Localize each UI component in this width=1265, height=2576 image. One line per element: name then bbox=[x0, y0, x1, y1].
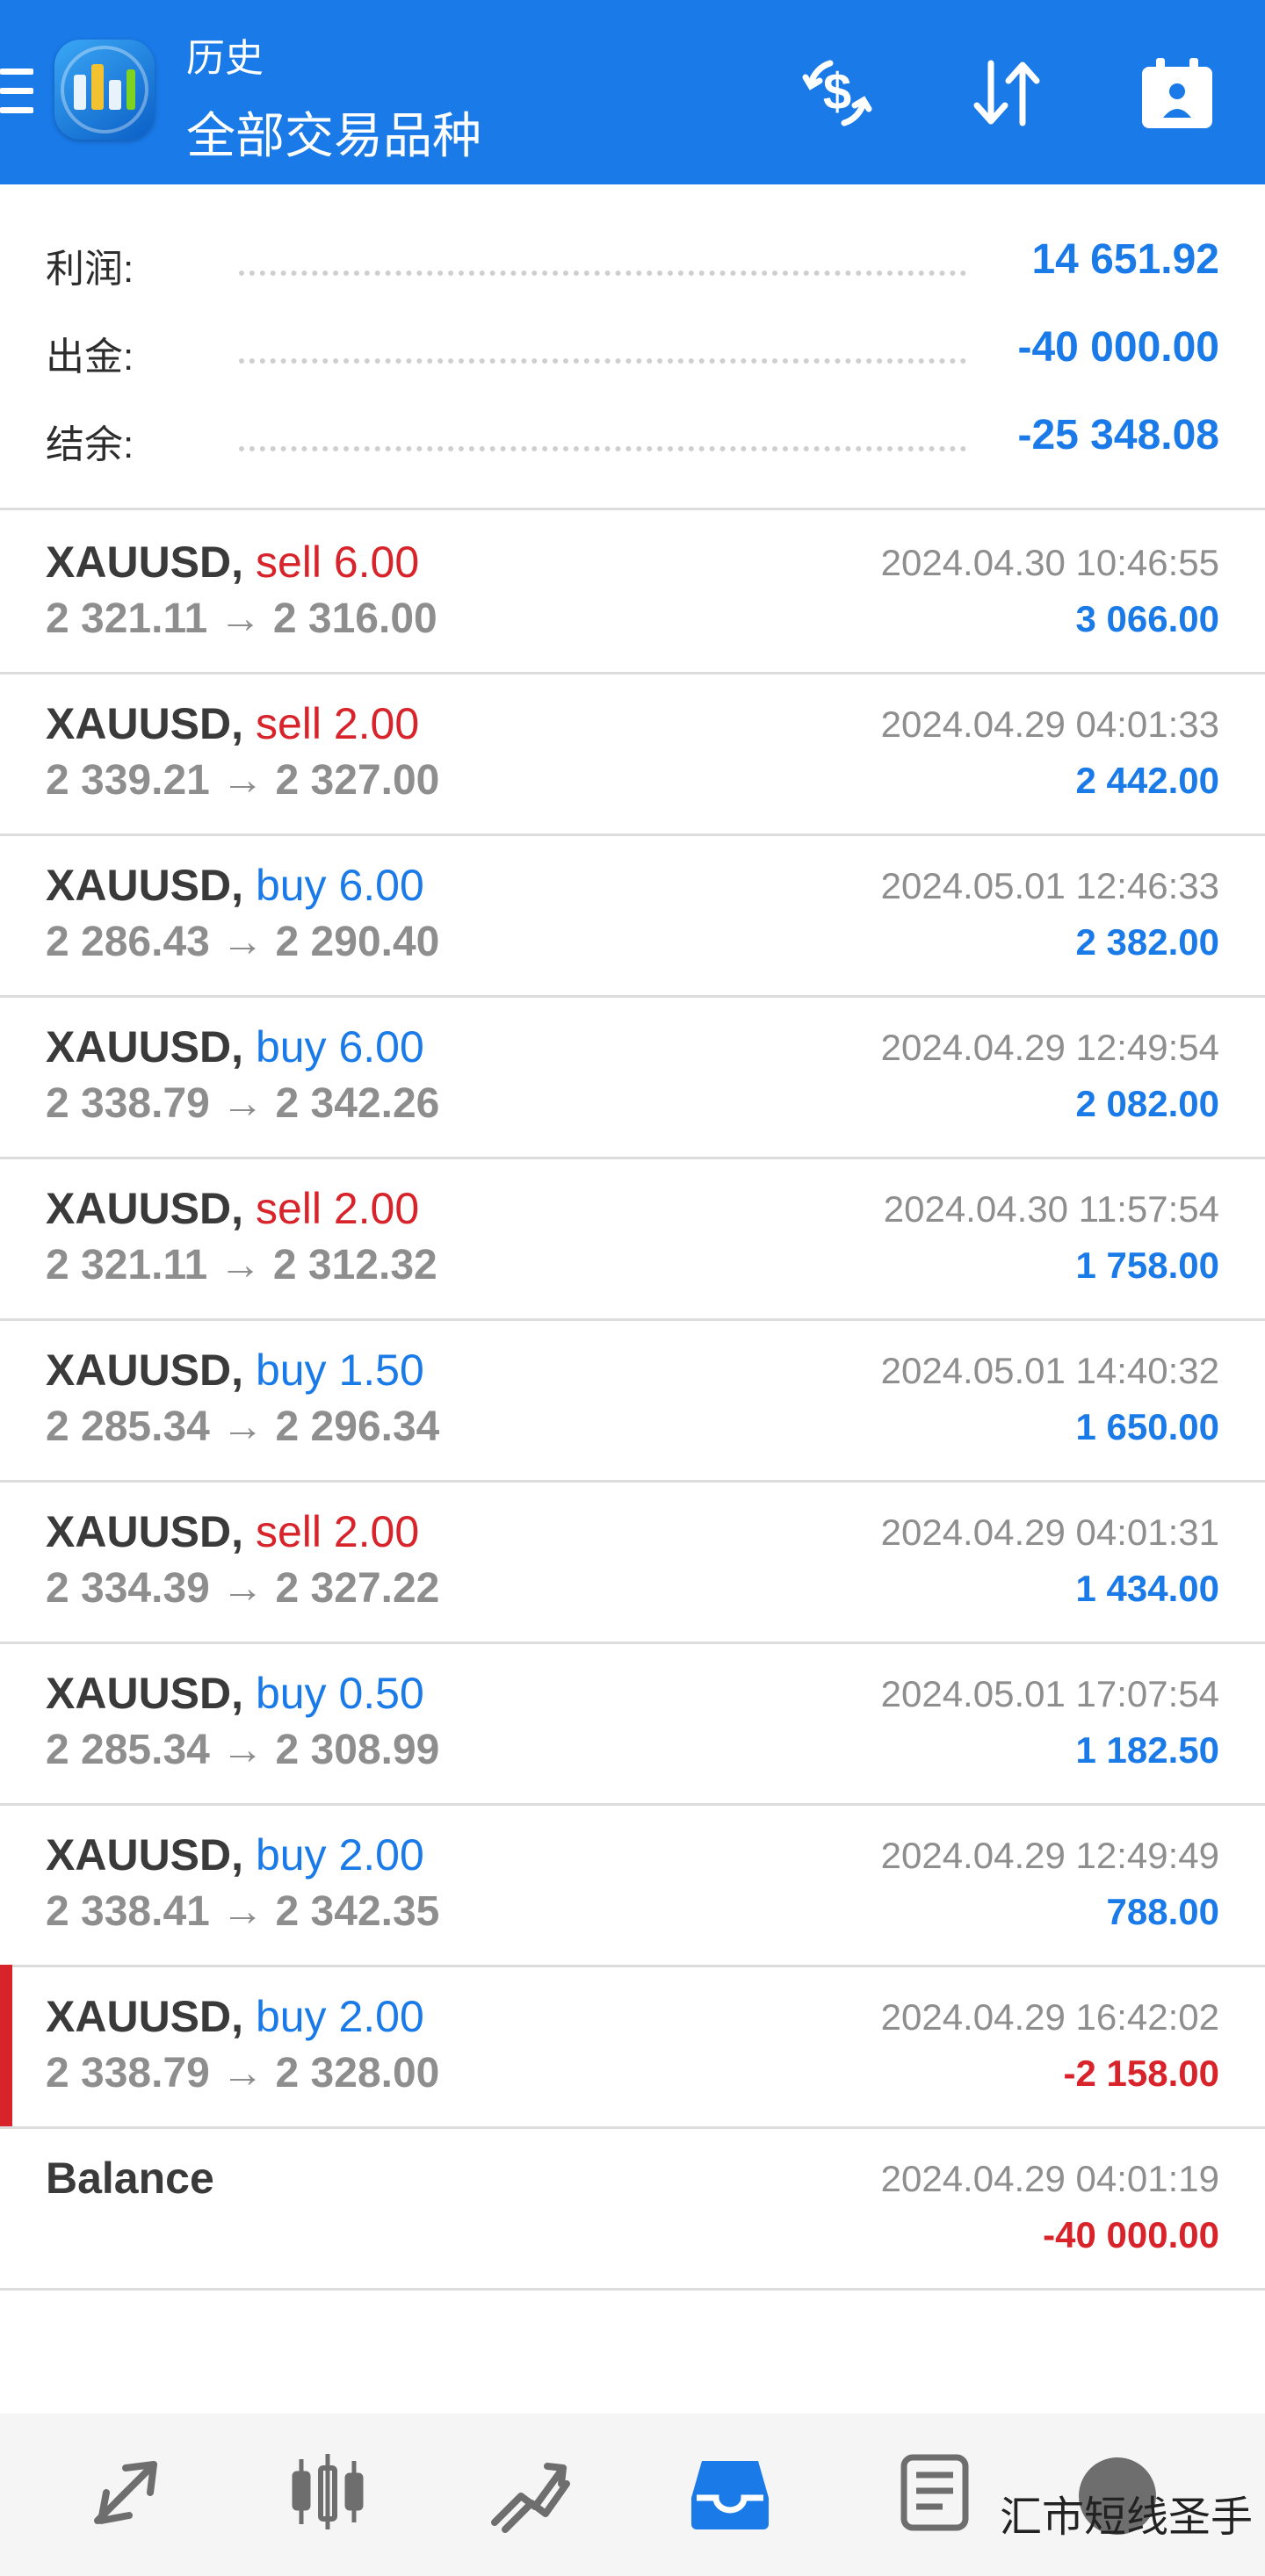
report-calendar-icon[interactable] bbox=[1135, 51, 1219, 135]
deal-symbol: XAUUSD, bbox=[46, 1346, 244, 1395]
bottom-navigation: 汇市短线圣手 bbox=[0, 2414, 1265, 2576]
deal-row[interactable]: XAUUSD, buy 2.00 2 338.79 → 2 328.00 202… bbox=[0, 1965, 1265, 2129]
summary-label: 利润: bbox=[46, 248, 134, 291]
deal-prices: 2 334.39 → 2 327.22 bbox=[46, 1565, 440, 1612]
deal-direction: buy 6.00 bbox=[255, 1022, 424, 1072]
summary-value: -25 348.08 bbox=[1017, 412, 1219, 458]
deal-time: 2024.05.01 14:40:32 bbox=[880, 1350, 1219, 1391]
watermark-brand: 汇市短线圣手 bbox=[999, 2494, 1253, 2541]
deal-profit: 1 758.00 bbox=[1075, 1245, 1220, 1286]
deal-row[interactable]: XAUUSD, sell 2.00 2 321.11 → 2 312.32 20… bbox=[0, 1157, 1265, 1321]
deal-symbol: XAUUSD, bbox=[46, 1992, 244, 2041]
summary-row-profit: 利润: 14 651.92 bbox=[0, 225, 1265, 295]
dotted-leader bbox=[239, 358, 966, 364]
deal-profit: 788.00 bbox=[1106, 1891, 1219, 1932]
loss-marker bbox=[0, 1965, 12, 2126]
deal-profit: 1 434.00 bbox=[1075, 1568, 1220, 1609]
deal-profit: 2 442.00 bbox=[1075, 760, 1220, 801]
deal-symbol: XAUUSD, bbox=[46, 1184, 244, 1233]
deal-row[interactable]: XAUUSD, buy 6.00 2 286.43 → 2 290.40 202… bbox=[0, 833, 1265, 998]
dotted-leader bbox=[239, 446, 966, 451]
balance-row[interactable]: Balance 2024.04.29 04:01:19 -40 000.00 bbox=[0, 2126, 1265, 2291]
trade-icon[interactable] bbox=[486, 2449, 574, 2536]
quotes-icon[interactable] bbox=[82, 2449, 170, 2536]
deal-row[interactable]: XAUUSD, sell 2.00 2 339.21 → 2 327.00 20… bbox=[0, 672, 1265, 836]
deal-time: 2024.04.29 04:01:19 bbox=[880, 2158, 1219, 2199]
summary-value: 14 651.92 bbox=[1031, 236, 1219, 283]
deal-time: 2024.04.29 12:49:49 bbox=[880, 1835, 1219, 1876]
deal-row[interactable]: XAUUSD, sell 2.00 2 334.39 → 2 327.22 20… bbox=[0, 1480, 1265, 1644]
deal-prices: 2 286.43 → 2 290.40 bbox=[46, 919, 440, 965]
deal-row[interactable]: XAUUSD, buy 1.50 2 285.34 → 2 296.34 202… bbox=[0, 1318, 1265, 1483]
news-icon[interactable] bbox=[890, 2449, 978, 2536]
deal-profit: 2 082.00 bbox=[1075, 1083, 1220, 1124]
deal-profit: -2 158.00 bbox=[1063, 2053, 1219, 2094]
deal-profit: -40 000.00 bbox=[1043, 2214, 1219, 2255]
deal-direction: sell 6.00 bbox=[255, 538, 420, 587]
deal-direction: buy 0.50 bbox=[255, 1669, 424, 1718]
deal-direction: buy 2.00 bbox=[255, 1830, 424, 1880]
deal-time: 2024.04.29 12:49:54 bbox=[880, 1027, 1219, 1068]
deal-symbol: XAUUSD, bbox=[46, 1669, 244, 1718]
menu-icon[interactable] bbox=[0, 69, 33, 118]
deal-direction: sell 2.00 bbox=[255, 1184, 420, 1233]
chart-icon[interactable] bbox=[284, 2449, 372, 2536]
deal-symbol: XAUUSD, bbox=[46, 1830, 244, 1880]
symbol-filter[interactable]: 全部交易品种 bbox=[186, 97, 481, 168]
deal-direction: sell 2.00 bbox=[255, 1507, 420, 1556]
deal-prices: 2 338.79 → 2 328.00 bbox=[46, 2050, 440, 2096]
deal-time: 2024.04.30 11:57:54 bbox=[883, 1188, 1219, 1230]
deal-time: 2024.04.29 16:42:02 bbox=[880, 1996, 1219, 2038]
deal-symbol: XAUUSD, bbox=[46, 1507, 244, 1556]
deal-row[interactable]: XAUUSD, sell 6.00 2 321.11 → 2 316.00 20… bbox=[0, 510, 1265, 675]
dotted-leader bbox=[239, 271, 966, 276]
app-bar: 历史 全部交易品种 $ bbox=[0, 0, 1265, 184]
deal-symbol: XAUUSD, bbox=[46, 1022, 244, 1072]
deal-row[interactable]: XAUUSD, buy 0.50 2 285.34 → 2 308.99 202… bbox=[0, 1642, 1265, 1806]
deal-time: 2024.05.01 12:46:33 bbox=[880, 865, 1219, 906]
deal-time: 2024.05.01 17:07:54 bbox=[880, 1673, 1219, 1714]
deal-time: 2024.04.29 04:01:31 bbox=[880, 1512, 1219, 1553]
deal-direction: buy 1.50 bbox=[255, 1346, 424, 1395]
deal-direction: buy 2.00 bbox=[255, 1992, 424, 2041]
deal-prices: 2 339.21 → 2 327.00 bbox=[46, 757, 440, 804]
deal-row[interactable]: XAUUSD, buy 2.00 2 338.41 → 2 342.35 202… bbox=[0, 1803, 1265, 1967]
deal-prices: 2 321.11 → 2 316.00 bbox=[46, 595, 437, 642]
app-logo bbox=[54, 40, 155, 140]
deal-direction: buy 6.00 bbox=[255, 861, 424, 910]
deal-prices: 2 338.79 → 2 342.26 bbox=[46, 1080, 440, 1127]
deposit-withdrawal-icon[interactable]: $ bbox=[795, 51, 879, 135]
summary-row-balance: 结余: -25 348.08 bbox=[0, 400, 1265, 471]
deal-direction: sell 2.00 bbox=[255, 699, 420, 748]
deal-profit: 1 650.00 bbox=[1075, 1406, 1220, 1447]
deal-prices: 2 321.11 → 2 312.32 bbox=[46, 1242, 437, 1288]
deal-row[interactable]: XAUUSD, buy 6.00 2 338.79 → 2 342.26 202… bbox=[0, 995, 1265, 1159]
summary-row-withdrawal: 出金: -40 000.00 bbox=[0, 313, 1265, 383]
deal-symbol: XAUUSD, bbox=[46, 538, 244, 587]
deal-symbol: Balance bbox=[46, 2154, 214, 2203]
summary-value: -40 000.00 bbox=[1017, 324, 1219, 371]
deal-symbol: XAUUSD, bbox=[46, 861, 244, 910]
summary-label: 结余: bbox=[46, 423, 134, 466]
deal-symbol: XAUUSD, bbox=[46, 699, 244, 748]
screen-title: 历史 bbox=[186, 37, 264, 80]
summary-panel: 利润: 14 651.92 出金: -40 000.00 结余: -25 348… bbox=[0, 184, 1265, 510]
deal-prices: 2 285.34 → 2 308.99 bbox=[46, 1727, 440, 1773]
deal-time: 2024.04.29 04:01:33 bbox=[880, 704, 1219, 745]
sort-icon[interactable] bbox=[965, 51, 1049, 135]
summary-label: 出金: bbox=[46, 336, 134, 379]
deal-prices: 2 285.34 → 2 296.34 bbox=[46, 1403, 440, 1450]
deal-time: 2024.04.30 10:46:55 bbox=[880, 542, 1219, 583]
deal-profit: 2 382.00 bbox=[1075, 921, 1220, 963]
deal-profit: 1 182.50 bbox=[1075, 1729, 1220, 1771]
history-icon[interactable] bbox=[686, 2449, 774, 2536]
deal-prices: 2 338.41 → 2 342.35 bbox=[46, 1888, 440, 1935]
deal-profit: 3 066.00 bbox=[1075, 598, 1220, 639]
svg-text:$: $ bbox=[823, 63, 851, 120]
